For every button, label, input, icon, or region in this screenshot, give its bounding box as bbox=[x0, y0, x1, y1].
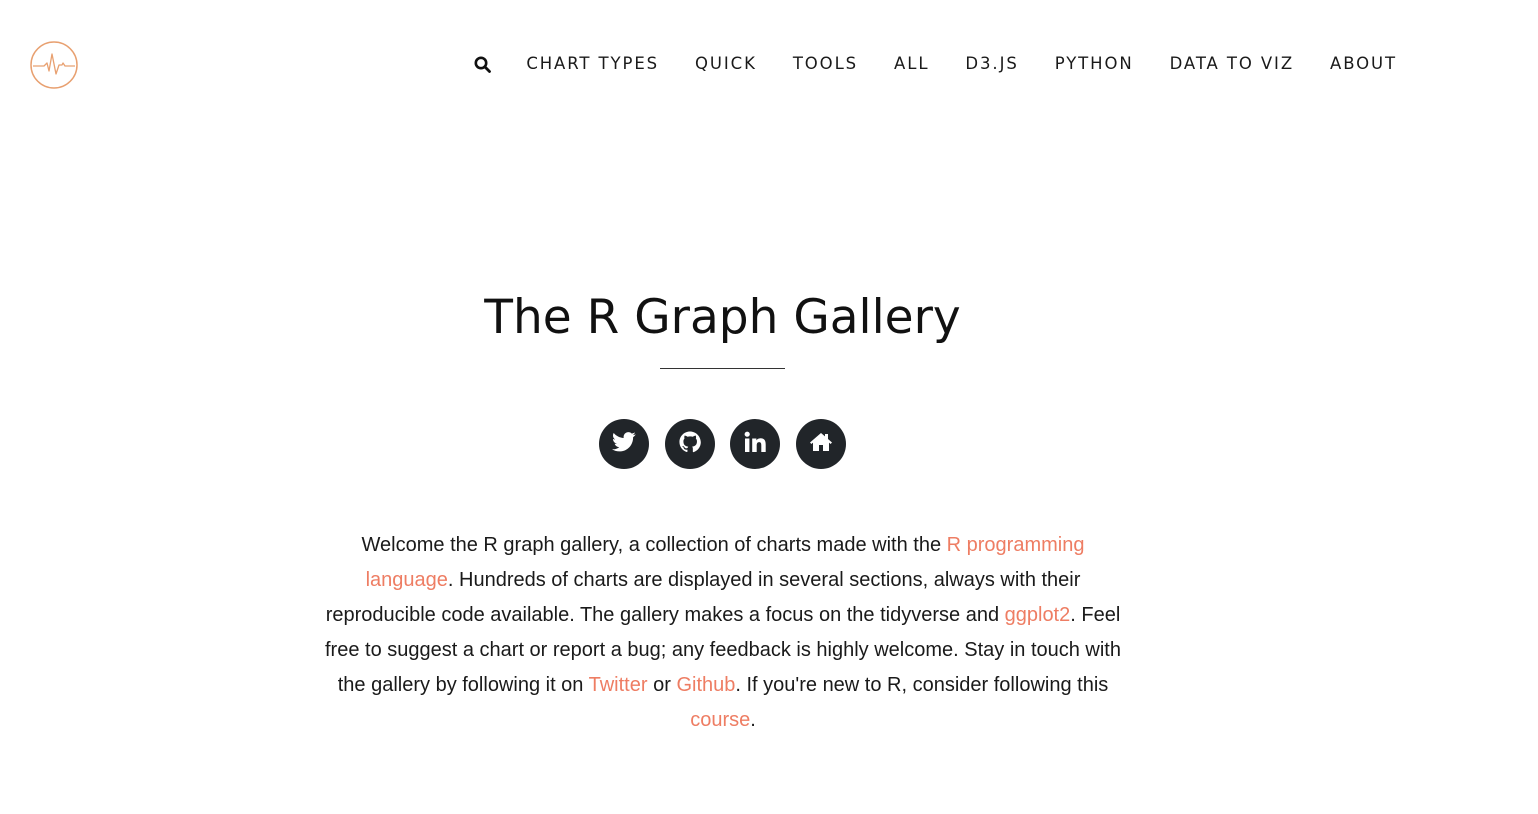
github-button[interactable] bbox=[664, 419, 715, 469]
social-links bbox=[599, 419, 846, 469]
home-button[interactable] bbox=[795, 419, 846, 469]
twitter-icon bbox=[612, 431, 636, 457]
linkedin-button[interactable] bbox=[730, 419, 780, 469]
page-title: The R Graph Gallery bbox=[484, 290, 961, 345]
github-link[interactable]: Github bbox=[676, 674, 735, 696]
nav-quick[interactable]: QUICK bbox=[695, 49, 757, 79]
linkedin-icon bbox=[744, 431, 766, 458]
nav-tools[interactable]: TOOLS bbox=[793, 49, 858, 79]
twitter-link[interactable]: Twitter bbox=[589, 674, 648, 696]
nav-about[interactable]: ABOUT bbox=[1330, 49, 1397, 79]
intro-paragraph: Welcome the R graph gallery, a collectio… bbox=[325, 534, 1121, 731]
github-icon bbox=[678, 430, 701, 458]
search-icon[interactable] bbox=[472, 49, 492, 79]
nav-all[interactable]: ALL bbox=[894, 49, 929, 79]
nav-data-to-viz[interactable]: DATA TO VIZ bbox=[1170, 49, 1294, 79]
nav-d3js[interactable]: D3.JS bbox=[965, 49, 1018, 79]
twitter-button[interactable] bbox=[599, 419, 649, 469]
main-nav: CHART TYPES QUICK TOOLS ALL D3.JS PYTHON… bbox=[472, 49, 1397, 79]
course-link[interactable]: course bbox=[690, 709, 750, 731]
home-icon bbox=[809, 432, 833, 457]
ggplot2-link[interactable]: ggplot2 bbox=[1005, 604, 1071, 626]
heartbeat-logo-icon[interactable] bbox=[30, 41, 78, 89]
nav-python[interactable]: PYTHON bbox=[1055, 49, 1134, 79]
nav-chart-types[interactable]: CHART TYPES bbox=[526, 49, 659, 79]
title-divider bbox=[660, 368, 785, 369]
